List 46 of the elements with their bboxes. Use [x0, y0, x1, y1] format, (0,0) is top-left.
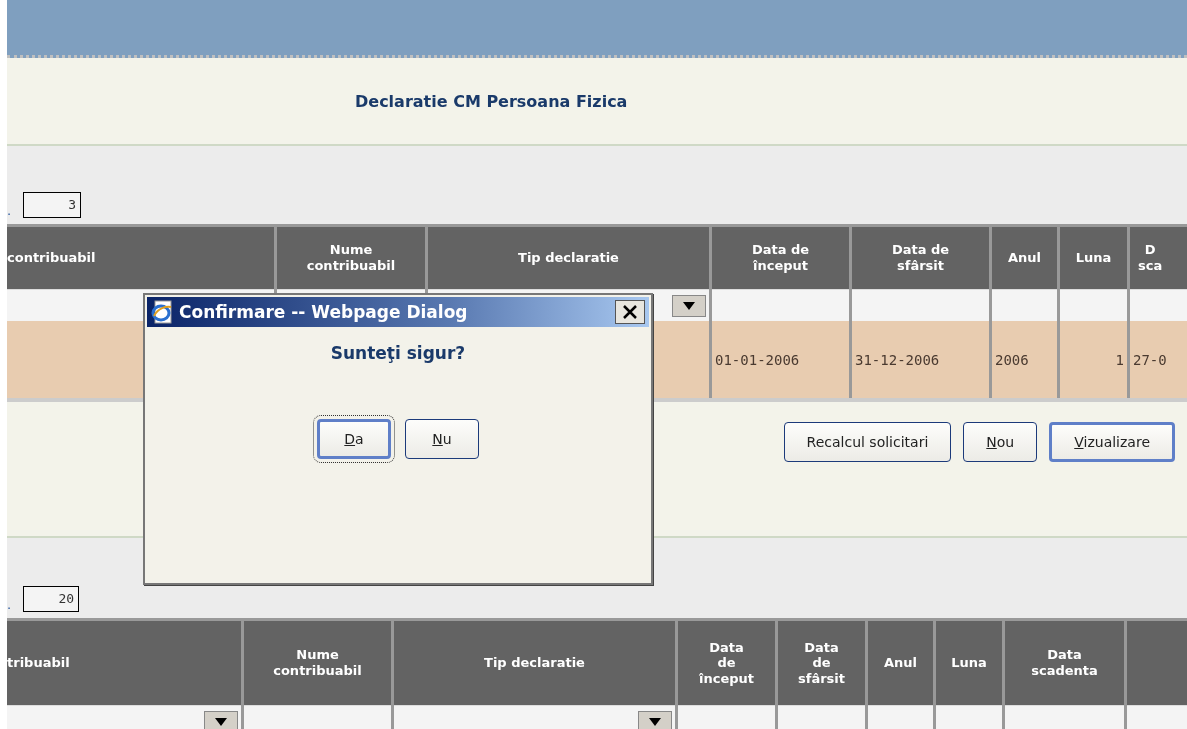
column-header: Anul [868, 621, 933, 705]
column-header: tribuabil [7, 621, 241, 705]
dialog-title: Confirmare -- Webpage Dialog [179, 302, 468, 322]
column-header: contribuabil [7, 227, 274, 289]
filter-field[interactable] [778, 705, 865, 729]
table-cell: 2006 [992, 321, 1057, 398]
column-header: Luna [936, 621, 1002, 705]
column-header: Nume contribuabil [277, 227, 425, 289]
filter-field[interactable] [852, 289, 989, 321]
filter-field[interactable] [1060, 289, 1127, 321]
column-header: Data de sfârsit [778, 621, 865, 705]
column-header: Data de sfârsit [852, 227, 989, 289]
action-button[interactable]: Nou [963, 422, 1038, 462]
table-cell: 31-12-2006 [852, 321, 989, 398]
filter-field[interactable] [1005, 705, 1124, 729]
filter-field[interactable] [678, 705, 775, 729]
page-size-field[interactable]: 20 [23, 586, 80, 612]
label-fragment: . [7, 203, 12, 218]
column-header: Data de început [712, 227, 849, 289]
column-header: Luna [1060, 227, 1127, 289]
label-fragment: . [7, 597, 12, 612]
table-cell: 1 [1060, 321, 1127, 398]
filter-field[interactable] [244, 705, 391, 729]
action-button[interactable]: Vizualizare [1049, 422, 1175, 462]
action-button[interactable]: Recalcul solicitari [783, 422, 952, 462]
filter-field[interactable] [712, 289, 849, 321]
column-header: Tip declaratie [428, 227, 709, 289]
browser-e-icon [151, 300, 173, 324]
column-header: Data scadenta [1005, 621, 1124, 705]
dialog-message: Sunteţi sigur? [330, 343, 466, 363]
column-header: Anul [992, 227, 1057, 289]
table-cell: 01-01-2006 [712, 321, 849, 398]
page-size-field[interactable]: 3 [23, 192, 82, 218]
column-header: Tip declaratie [394, 621, 675, 705]
page-title: Declaratie CM Persoana Fizica [355, 91, 628, 111]
dialog-button[interactable]: Nu [405, 419, 479, 459]
column-header: Nume contribuabil [244, 621, 391, 705]
filter-field[interactable] [1130, 289, 1187, 321]
close-icon [622, 305, 638, 319]
filter-field[interactable] [868, 705, 933, 729]
column-header: D sca [1130, 227, 1187, 289]
table-cell: 27-0 [1130, 321, 1187, 398]
filter-field[interactable] [992, 289, 1057, 321]
filter-field[interactable] [936, 705, 1002, 729]
column-header: Data de început [678, 621, 775, 705]
close-button[interactable] [615, 300, 645, 324]
